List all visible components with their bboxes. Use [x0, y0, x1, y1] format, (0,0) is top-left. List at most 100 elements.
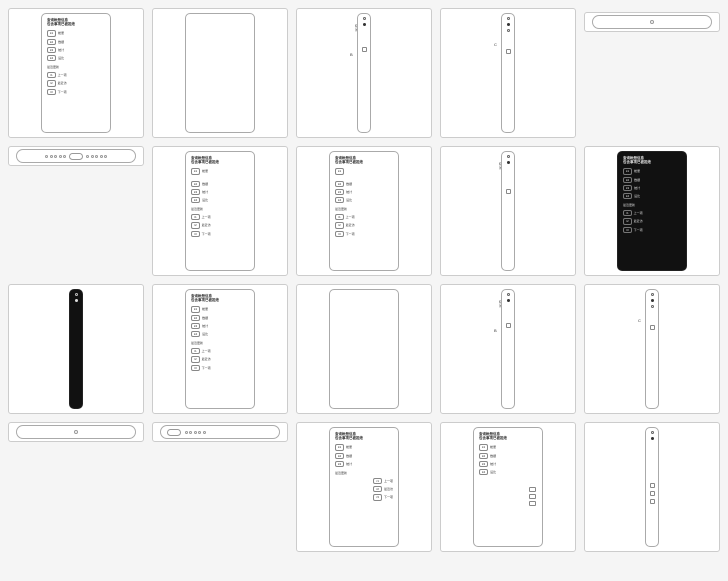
- menu-label: 数据: [346, 182, 352, 186]
- menu-row[interactable]: k2数据: [191, 181, 249, 187]
- control-button[interactable]: [506, 189, 511, 194]
- recent-row[interactable]: r3下一项: [47, 89, 105, 95]
- control-button[interactable]: [362, 47, 367, 52]
- menu-row[interactable]: k3统计: [335, 189, 393, 195]
- recent-row[interactable]: r2最近访: [47, 80, 105, 86]
- key-pill: k1: [623, 168, 632, 174]
- capsule-button[interactable]: [69, 153, 83, 160]
- recent-row[interactable]: r2最近访: [623, 218, 681, 224]
- key-pill: k3: [191, 323, 200, 329]
- menu-row[interactable]: k4设比: [191, 197, 249, 203]
- recent-row[interactable]: r3下一项: [335, 494, 393, 500]
- variant-20: [584, 422, 720, 552]
- menu-row[interactable]: k1帐册: [191, 306, 249, 312]
- center-icon: [74, 430, 78, 434]
- menu-row[interactable]: k3统计: [335, 461, 393, 467]
- control-button[interactable]: [506, 49, 511, 54]
- menu-label: 上一项: [384, 479, 393, 483]
- menu-label: 设比: [346, 198, 352, 202]
- indicator-icon: [651, 431, 654, 434]
- menu-row[interactable]: k2数据: [335, 181, 393, 187]
- menu-row[interactable]: k3统计: [47, 47, 105, 53]
- subheading: 最近更新: [47, 65, 105, 69]
- menu-label: 统计: [202, 324, 208, 328]
- variant-8: 查询帐册信息包含事项已被拒绝 k1 k2数据 k3统计 k4设比 最近更新 r1…: [296, 146, 432, 276]
- recent-row[interactable]: r2最近访: [191, 222, 249, 228]
- recent-row[interactable]: r1上一项: [191, 214, 249, 220]
- menu-row[interactable]: k1: [335, 168, 393, 174]
- recent-row[interactable]: r1上一项: [335, 478, 393, 484]
- menu-row[interactable]: k2数据: [623, 177, 681, 183]
- key-pill: r3: [373, 494, 382, 500]
- side-controls: [529, 487, 536, 506]
- menu-label: 最近访: [202, 357, 211, 361]
- control-button[interactable]: [650, 491, 655, 496]
- menu-row[interactable]: k1帐册: [191, 168, 249, 174]
- menu-row[interactable]: k3统计: [191, 323, 249, 329]
- menu-row[interactable]: k4设比: [479, 469, 537, 475]
- menu-row[interactable]: k4设比: [623, 193, 681, 199]
- key-pill: k2: [335, 453, 344, 459]
- card-title: 查询帐册信息包含事项已被拒绝: [335, 156, 393, 164]
- dot-group: [185, 431, 206, 434]
- key-pill: r1: [191, 214, 200, 220]
- subheading: 最近更新: [335, 207, 393, 211]
- menu-label: 下一项: [58, 90, 67, 94]
- control-button[interactable]: [650, 483, 655, 488]
- control-button[interactable]: [650, 325, 655, 330]
- indicator-icon: [507, 29, 510, 32]
- menu-row[interactable]: k1帐册: [335, 444, 393, 450]
- phone-card: 查询帐册信息包含事项已被拒绝 k1帐册 k2数据 k3统计 k4设比 最近更新 …: [185, 151, 255, 271]
- menu-row[interactable]: k4设比: [47, 55, 105, 61]
- key-pill: k1: [335, 168, 344, 174]
- menu-row[interactable]: k2数据: [335, 453, 393, 459]
- menu-label: 数据: [490, 454, 496, 458]
- menu-row[interactable]: k1帐册: [479, 444, 537, 450]
- key-pill: k3: [335, 189, 344, 195]
- menu-label: 最近访: [202, 223, 211, 227]
- menu-row[interactable]: k3统计: [623, 185, 681, 191]
- recent-row[interactable]: r3下一项: [191, 231, 249, 237]
- recent-row[interactable]: r2最近访: [191, 356, 249, 362]
- recent-row[interactable]: r1上一项: [47, 72, 105, 78]
- recent-row[interactable]: r3下一项: [623, 227, 681, 233]
- recent-row[interactable]: r1上一项: [623, 210, 681, 216]
- phone-card-dark: 查询帐册信息包含事项已被拒绝 k1帐册 k2数据 k3统计 k4设比 最近更新 …: [617, 151, 687, 271]
- phone-empty: [329, 289, 399, 409]
- letter-c: C: [638, 318, 641, 323]
- key-pill: k3: [623, 185, 632, 191]
- menu-row[interactable]: k4设比: [191, 331, 249, 337]
- menu-row[interactable]: k1帐册: [623, 168, 681, 174]
- control-button[interactable]: [529, 501, 536, 506]
- menu-row[interactable]: k2数据: [191, 315, 249, 321]
- menu-row[interactable]: k4设比: [335, 197, 393, 203]
- key-pill: r3: [191, 365, 200, 371]
- recent-row[interactable]: r1上一项: [191, 348, 249, 354]
- control-button[interactable]: [650, 499, 655, 504]
- menu-label: 数据: [58, 40, 64, 44]
- key-pill: r1: [191, 348, 200, 354]
- menu-label: 数据: [346, 454, 352, 458]
- variant-9: 12:45: [440, 146, 576, 276]
- recent-row[interactable]: r2最近访: [335, 222, 393, 228]
- recent-row[interactable]: r2最近访: [335, 486, 393, 492]
- capsule-button[interactable]: [167, 429, 181, 436]
- menu-row[interactable]: k3统计: [191, 189, 249, 195]
- control-button[interactable]: [529, 494, 536, 499]
- recent-row[interactable]: r1上一项: [335, 214, 393, 220]
- key-pill: k2: [47, 39, 56, 45]
- control-button[interactable]: [529, 487, 536, 492]
- menu-row[interactable]: k2数据: [47, 39, 105, 45]
- indicator-icon: [363, 23, 366, 26]
- key-pill: k4: [623, 193, 632, 199]
- control-button[interactable]: [506, 323, 511, 328]
- indicator-icon: [651, 293, 654, 296]
- menu-label: 下一项: [384, 495, 393, 499]
- menu-row[interactable]: k3统计: [479, 461, 537, 467]
- variant-15: C: [584, 284, 720, 414]
- recent-row[interactable]: r3下一项: [191, 365, 249, 371]
- key-pill: k2: [623, 177, 632, 183]
- menu-row[interactable]: k2数据: [479, 453, 537, 459]
- recent-row[interactable]: r3下一项: [335, 231, 393, 237]
- menu-row[interactable]: k1帐册: [47, 30, 105, 36]
